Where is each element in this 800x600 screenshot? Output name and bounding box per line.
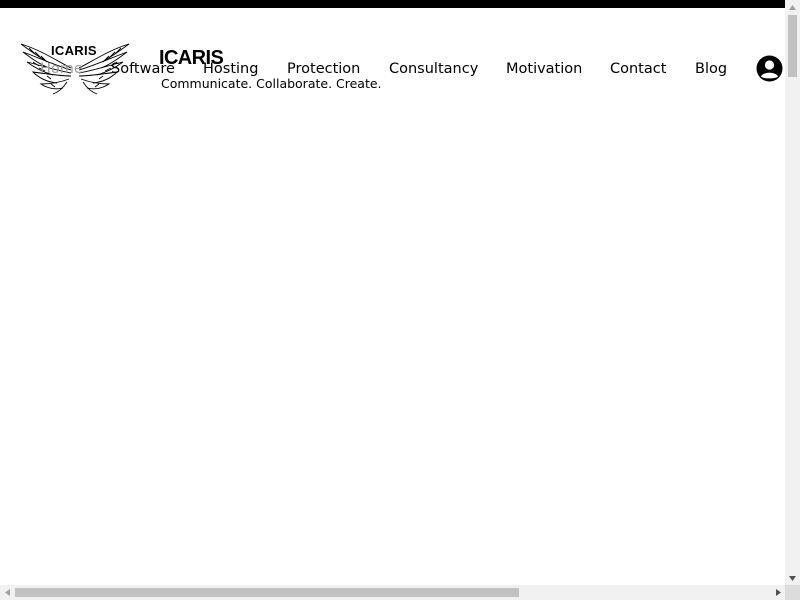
nav-item-protection[interactable]: Protection bbox=[287, 58, 360, 80]
logo-wordmark: ICARIS bbox=[51, 43, 97, 58]
nav-item-home[interactable]: Home bbox=[40, 58, 83, 80]
nav-item-consultancy[interactable]: Consultancy bbox=[389, 58, 478, 80]
nav-item-software[interactable]: Software bbox=[111, 58, 175, 80]
top-black-strip bbox=[0, 0, 785, 8]
nav-item-blog[interactable]: Blog bbox=[695, 58, 727, 80]
user-account-icon bbox=[756, 55, 783, 82]
scroll-down-arrow-icon[interactable] bbox=[785, 571, 800, 585]
scroll-up-arrow-icon[interactable] bbox=[785, 0, 800, 14]
scrollbar-corner bbox=[785, 585, 800, 600]
nav-item-motivation[interactable]: Motivation bbox=[506, 58, 582, 80]
vertical-scrollbar[interactable] bbox=[785, 0, 800, 585]
page-viewport: ICARIS ICARIS Communicate. Collaborate. … bbox=[0, 0, 800, 600]
vertical-scroll-thumb[interactable] bbox=[788, 15, 797, 77]
horizontal-scrollbar[interactable] bbox=[0, 585, 785, 600]
main-navigation: Home Software Hosting Protection Consult… bbox=[0, 58, 785, 82]
scroll-right-arrow-icon[interactable] bbox=[771, 585, 785, 600]
scroll-left-arrow-icon[interactable] bbox=[0, 585, 14, 600]
horizontal-scroll-thumb[interactable] bbox=[15, 588, 519, 597]
nav-item-hosting[interactable]: Hosting bbox=[203, 58, 258, 80]
account-button[interactable] bbox=[756, 55, 783, 82]
nav-item-contact[interactable]: Contact bbox=[610, 58, 666, 80]
